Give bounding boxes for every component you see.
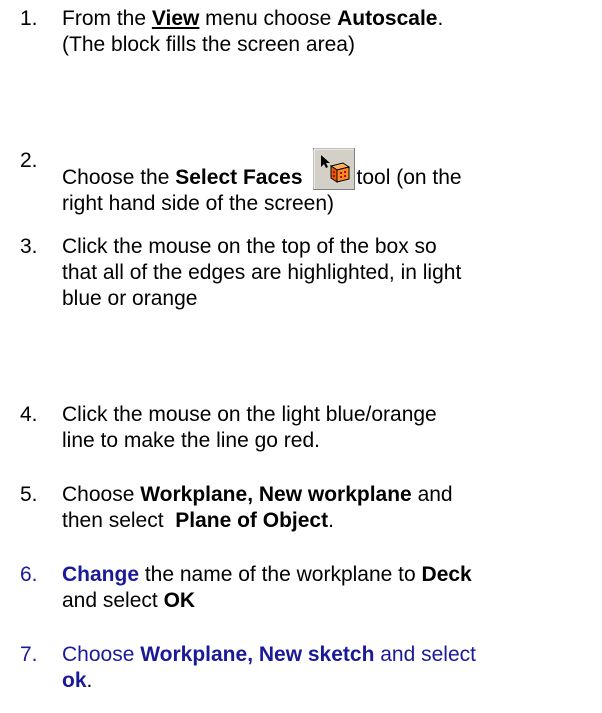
step-3: 3. Click the mouse on the top of the box… <box>20 235 462 310</box>
step-1-line-1: From the View menu choose Autoscale. <box>62 7 444 30</box>
step-number: 6. <box>20 563 38 586</box>
step-2-line-2: right hand side of the screen) <box>62 192 334 215</box>
step-5: 5. Choose Workplane, New workplane and t… <box>20 483 453 532</box>
step-number: 4. <box>20 403 38 426</box>
select-faces-tool-icon <box>312 148 355 190</box>
step-number: 7. <box>20 643 38 666</box>
step-number: 5. <box>20 483 38 506</box>
step-2-line-1: Choose the Select Faces tool (on the <box>62 148 592 191</box>
step-number: 2. <box>20 149 38 172</box>
step-7: 7. Choose Workplane, New sketch and sele… <box>20 643 476 692</box>
step-number: 1. <box>20 7 38 30</box>
step-2: 2. Choose the Select Faces tool (on the … <box>20 148 592 217</box>
step-number: 3. <box>20 235 38 258</box>
step-6: 6. Change the name of the workplane to D… <box>20 563 472 612</box>
step-4: 4. Click the mouse on the light blue/ora… <box>20 403 437 452</box>
step-1: 1. From the View menu choose Autoscale. … <box>20 6 592 58</box>
step-1-line-2: (The block fills the screen area) <box>62 33 355 56</box>
